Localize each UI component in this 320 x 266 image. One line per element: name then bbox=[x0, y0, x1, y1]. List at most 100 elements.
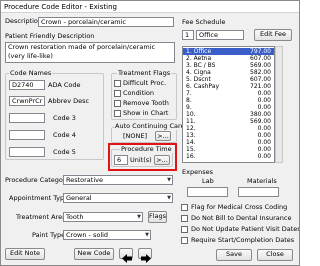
ada-code-label: ADA Code bbox=[48, 81, 81, 89]
code3-input[interactable] bbox=[9, 113, 45, 123]
fee-schedule-row[interactable]: 10. 380.00 bbox=[183, 111, 274, 118]
new-code-button[interactable]: New Code bbox=[74, 248, 114, 260]
require-dates-checkbox[interactable] bbox=[181, 237, 188, 244]
fee-schedule-row[interactable]: 7. 0.00 bbox=[183, 90, 274, 97]
procedure-category-label: Procedure Category: bbox=[5, 176, 72, 184]
description-input[interactable]: Crown - porcelain/ceramic bbox=[38, 17, 174, 27]
materials-expense-input[interactable] bbox=[238, 187, 279, 197]
chevron-down-icon: ▼ bbox=[145, 232, 149, 238]
chevron-down-icon: ▼ bbox=[167, 195, 171, 201]
fee-schedule-amount: 797.00 bbox=[250, 48, 271, 55]
do-not-bill-label: Do Not Bill to Dental Insurance bbox=[191, 214, 292, 222]
fee-schedule-name: 1. Office bbox=[186, 48, 212, 55]
paint-type-value: Crown - solid bbox=[66, 231, 109, 239]
fee-schedule-row[interactable]: 8. 0.00 bbox=[183, 97, 274, 104]
patient-friendly-textarea[interactable]: Crown restoration made of porcelain/cera… bbox=[5, 42, 175, 63]
auto-continuing-care-label: Auto Continuing Care bbox=[114, 122, 186, 130]
do-not-bill-checkbox[interactable] bbox=[181, 215, 188, 222]
procedure-code-editor-window: Procedure Code Editor - Existing Descrip… bbox=[0, 0, 300, 266]
fee-schedule-name: 3. BC / BS bbox=[186, 62, 216, 69]
fee-schedule-row[interactable]: 14. 0.00 bbox=[183, 139, 274, 146]
auto-continuing-care-value: [NONE] bbox=[123, 132, 148, 140]
patient-friendly-label: Patient Friendly Description bbox=[5, 32, 95, 40]
treatment-area-select[interactable]: Tooth ▼ bbox=[63, 212, 143, 222]
treatment-flags-label: Treatment Flags bbox=[117, 69, 172, 77]
fee-schedule-row[interactable]: 5. Dscnt 607.00 bbox=[183, 76, 274, 83]
fee-schedule-name: 11. bbox=[186, 118, 196, 125]
show-in-chart-checkbox[interactable] bbox=[114, 110, 121, 117]
auto-continuing-care-button[interactable]: >... bbox=[155, 131, 171, 141]
fee-schedule-row[interactable]: 16. 0.00 bbox=[183, 153, 274, 160]
previous-code-button[interactable] bbox=[119, 248, 133, 263]
fee-schedule-name-input[interactable]: Office bbox=[196, 30, 244, 40]
remove-tooth-checkbox[interactable] bbox=[114, 100, 121, 107]
fee-schedule-amount: 607.00 bbox=[250, 76, 271, 83]
fee-schedule-name: 13. bbox=[186, 132, 196, 139]
fee-schedule-row[interactable]: 4. Cigna 582.00 bbox=[183, 69, 274, 76]
procedure-category-select[interactable]: Restorative ▼ bbox=[63, 175, 173, 185]
code4-input[interactable] bbox=[9, 130, 45, 140]
arrow-right-icon bbox=[141, 254, 151, 263]
fee-schedule-name: 7. bbox=[186, 90, 192, 97]
fee-schedule-row[interactable]: 12. 0.00 bbox=[183, 125, 274, 132]
description-label: Description bbox=[5, 17, 43, 25]
save-button[interactable]: Save bbox=[216, 249, 252, 261]
fee-schedule-row[interactable]: 1. Office 797.00 bbox=[183, 48, 274, 55]
paint-type-label: Paint Type: bbox=[32, 231, 68, 239]
fee-schedule-row[interactable]: 2. Aetna 607.00 bbox=[183, 55, 274, 62]
appointment-type-label: Appointment Type: bbox=[9, 194, 71, 202]
next-code-button[interactable] bbox=[138, 248, 152, 263]
medical-cross-coding-checkbox[interactable] bbox=[181, 204, 188, 211]
chevron-down-icon: ▼ bbox=[137, 214, 141, 220]
materials-label: Materials bbox=[247, 177, 277, 185]
code4-label: Code 4 bbox=[53, 131, 76, 139]
edit-note-button[interactable]: Edit Note bbox=[5, 248, 45, 260]
fee-schedule-amount: 582.00 bbox=[250, 69, 271, 76]
fee-schedule-amount: 0.00 bbox=[257, 146, 271, 153]
do-not-update-dates-checkbox[interactable] bbox=[181, 226, 188, 233]
fee-schedule-name: 8. bbox=[186, 97, 192, 104]
fee-schedule-row[interactable]: 13. 0.00 bbox=[183, 132, 274, 139]
flags-button[interactable]: Flags bbox=[148, 211, 167, 223]
edit-fee-button[interactable]: Edit Fee bbox=[254, 29, 292, 41]
fee-schedule-label: Fee Schedule bbox=[182, 18, 226, 26]
appointment-type-select[interactable]: General ▼ bbox=[63, 193, 173, 203]
show-in-chart-label: Show in Chart bbox=[123, 109, 169, 117]
fee-schedule-name: 2. Aetna bbox=[186, 55, 212, 62]
fee-schedule-amount: 0.00 bbox=[257, 125, 271, 132]
fee-schedule-amount: 0.00 bbox=[257, 139, 271, 146]
fee-schedule-name: 10. bbox=[186, 111, 196, 118]
procedure-category-value: Restorative bbox=[66, 176, 103, 184]
fee-schedule-name: 5. Dscnt bbox=[186, 76, 211, 83]
fee-schedule-row[interactable]: 9. 0.00 bbox=[183, 104, 274, 111]
fee-schedule-list[interactable]: 1. Office 797.00 2. Aetna 607.00 3. BC / BS 5… bbox=[182, 46, 275, 163]
fee-schedule-amount: 0.00 bbox=[257, 90, 271, 97]
condition-checkbox[interactable] bbox=[114, 90, 121, 97]
paint-type-select[interactable]: Crown - solid ▼ bbox=[63, 230, 151, 240]
ada-code-input[interactable]: D2740 bbox=[9, 80, 45, 90]
window-title: Procedure Code Editor - Existing bbox=[4, 3, 117, 11]
fee-schedule-row[interactable]: 3. BC / BS 569.00 bbox=[183, 62, 274, 69]
difficult-proc-checkbox[interactable] bbox=[114, 80, 121, 87]
fee-schedule-row[interactable]: 15. 0.00 bbox=[183, 146, 274, 153]
fee-schedule-amount: 569.00 bbox=[250, 118, 271, 125]
fee-schedule-amount: 0.00 bbox=[257, 132, 271, 139]
close-button[interactable]: Close bbox=[257, 249, 293, 261]
fee-schedule-row[interactable]: 6. CashPay 721.00 bbox=[183, 83, 274, 90]
lab-expense-input[interactable] bbox=[187, 187, 228, 197]
title-bar: Procedure Code Editor - Existing bbox=[1, 1, 299, 13]
fee-schedule-name: 4. Cigna bbox=[186, 69, 211, 76]
fee-schedule-scrollbar[interactable] bbox=[275, 46, 283, 163]
code5-input[interactable] bbox=[9, 147, 45, 157]
lab-label: Lab bbox=[202, 177, 214, 185]
fee-schedule-amount: 0.00 bbox=[257, 153, 271, 160]
fee-schedule-number-input[interactable]: 1 bbox=[182, 30, 194, 40]
fee-schedule-name: 16. bbox=[186, 153, 196, 160]
fee-schedule-name: 6. CashPay bbox=[186, 83, 220, 90]
fee-schedule-amount: 0.00 bbox=[257, 104, 271, 111]
fee-schedule-row[interactable]: 11. 569.00 bbox=[183, 118, 274, 125]
procedure-time-highlight bbox=[108, 143, 177, 171]
chevron-down-icon: ▼ bbox=[167, 177, 171, 183]
fee-schedule-amount: 721.00 bbox=[250, 83, 271, 90]
abbrev-desc-input[interactable]: CrwnPrCr bbox=[9, 96, 45, 106]
